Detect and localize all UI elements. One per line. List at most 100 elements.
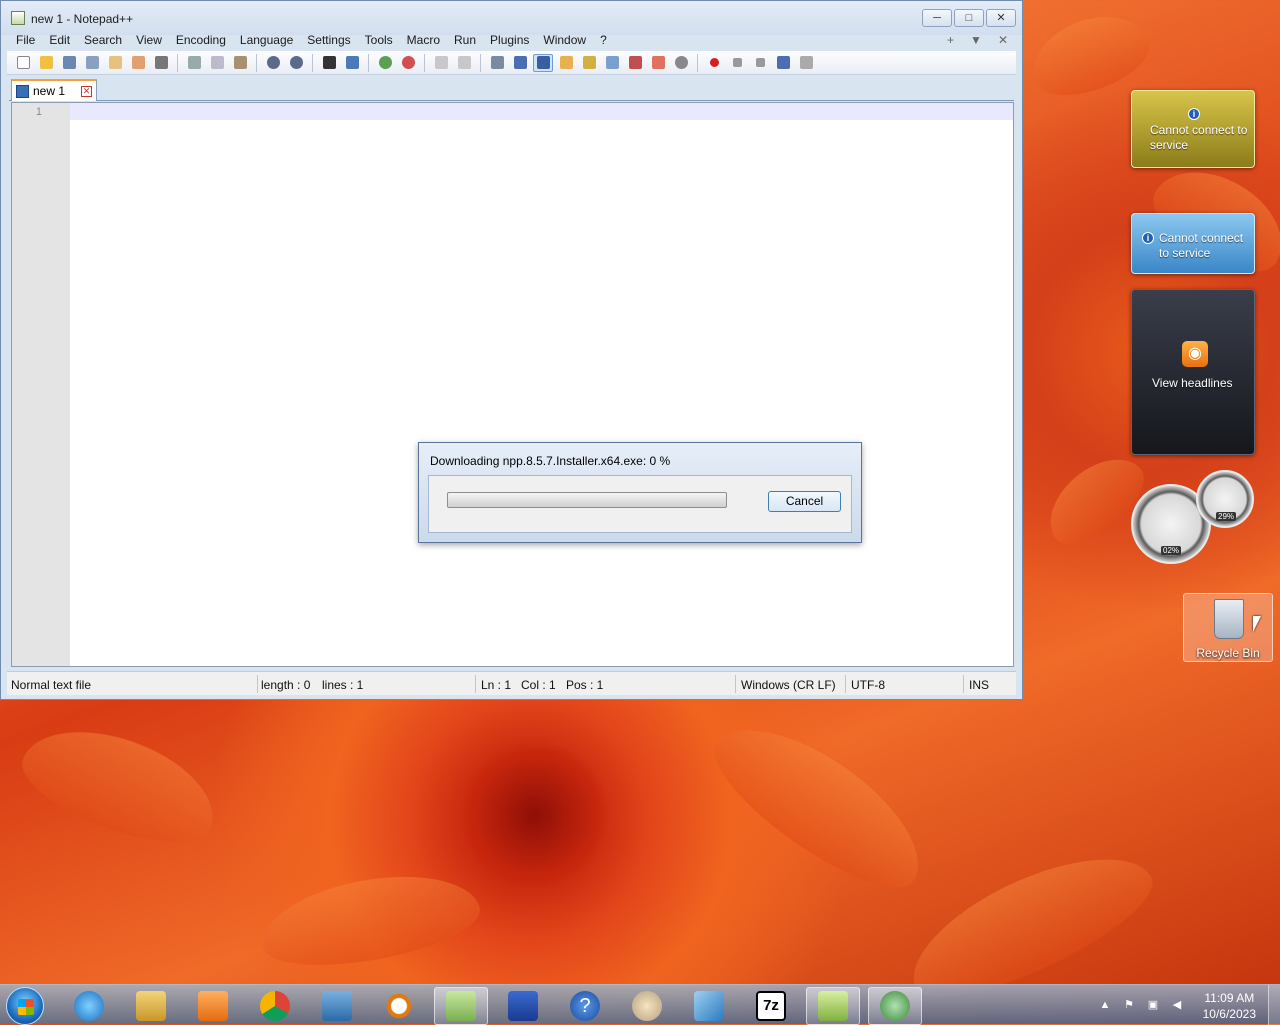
status-lines: lines : 1: [322, 678, 364, 692]
windows-logo-icon: [18, 999, 34, 1015]
replace-icon[interactable]: [342, 54, 362, 72]
menu-bar: File Edit Search View Encoding Language …: [1, 31, 1022, 49]
download-progress-bar: [447, 492, 727, 508]
sync-vertical-icon[interactable]: [431, 54, 451, 72]
help-icon[interactable]: ?: [558, 987, 612, 1025]
media-player-icon[interactable]: [186, 987, 240, 1025]
explorer-folder-icon[interactable]: [434, 987, 488, 1025]
doc-list-icon[interactable]: [602, 54, 622, 72]
redo-icon[interactable]: [286, 54, 306, 72]
menu-run[interactable]: Run: [447, 31, 483, 49]
menu-plugins[interactable]: Plugins: [483, 31, 536, 49]
minimize-button[interactable]: ─: [922, 9, 952, 27]
close-all-icon[interactable]: [128, 54, 148, 72]
start-button[interactable]: [6, 987, 44, 1025]
wupdate-icon[interactable]: [868, 987, 922, 1025]
play-macro-icon[interactable]: [750, 54, 770, 72]
menu-file[interactable]: File: [9, 31, 42, 49]
function-list-icon[interactable]: [625, 54, 645, 72]
feed-headlines-gadget[interactable]: ◉ View headlines: [1131, 289, 1255, 455]
close-button[interactable]: ✕: [986, 9, 1016, 27]
cut-icon[interactable]: [184, 54, 204, 72]
line-number: 1: [35, 106, 42, 118]
save-all-icon[interactable]: [82, 54, 102, 72]
word-wrap-icon[interactable]: [487, 54, 507, 72]
save-macro-icon[interactable]: [796, 54, 816, 72]
paint-icon[interactable]: [620, 987, 674, 1025]
menu-encoding[interactable]: Encoding: [169, 31, 233, 49]
status-col: Col : 1: [521, 678, 556, 692]
notepad-plus-plus-icon[interactable]: [806, 987, 860, 1025]
monitoring-icon[interactable]: [671, 54, 691, 72]
mail-icon[interactable]: [682, 987, 736, 1025]
network-status-icon[interactable]: ▣: [1146, 998, 1160, 1012]
run-macro-multiple-icon[interactable]: [773, 54, 793, 72]
control-panel-icon[interactable]: [310, 987, 364, 1025]
menu-help[interactable]: ?: [593, 31, 614, 49]
memory-meter-gadget[interactable]: 29%: [1196, 470, 1254, 528]
doc-map-icon[interactable]: [579, 54, 599, 72]
zoom-out-icon[interactable]: [398, 54, 418, 72]
taskbar: ? 7z ▲ ⚑ ▣ ◀ 11:09 AM 10/6/2023: [0, 984, 1280, 1025]
close-file-icon[interactable]: [105, 54, 125, 72]
menu-window[interactable]: Window: [536, 31, 593, 49]
menu-tools[interactable]: Tools: [358, 31, 400, 49]
status-pos: Pos : 1: [566, 678, 604, 692]
weather-gadget[interactable]: i Cannot connect to service: [1131, 90, 1255, 168]
print-icon[interactable]: [151, 54, 171, 72]
zoom-in-icon[interactable]: [375, 54, 395, 72]
file-explorer-icon[interactable]: [124, 987, 178, 1025]
volume-muted-icon[interactable]: ◀: [1170, 998, 1184, 1012]
record-macro-icon[interactable]: [704, 54, 724, 72]
search-icon[interactable]: [372, 987, 426, 1025]
sync-horizontal-icon[interactable]: [454, 54, 474, 72]
7zip-icon[interactable]: 7z: [744, 987, 798, 1025]
status-length: length : 0: [261, 678, 311, 692]
clock[interactable]: 11:09 AM 10/6/2023: [1203, 990, 1256, 1022]
find-icon[interactable]: [319, 54, 339, 72]
tab-new-1[interactable]: new 1 ✕: [11, 79, 97, 101]
menu-edit[interactable]: Edit: [42, 31, 77, 49]
maximize-button[interactable]: □: [954, 9, 984, 27]
chrome-icon[interactable]: [248, 987, 302, 1025]
tab-list-icon[interactable]: ▼: [970, 31, 982, 49]
tab-close-icon[interactable]: ✕: [81, 85, 92, 97]
show-hidden-icons-icon[interactable]: ▲: [1098, 998, 1112, 1012]
status-eol: Windows (CR LF): [741, 678, 836, 692]
udl-icon[interactable]: [556, 54, 576, 72]
status-encoding: UTF-8: [851, 678, 885, 692]
network-icon[interactable]: [496, 987, 550, 1025]
current-line-highlight: [70, 103, 1013, 120]
system-tray: ▲ ⚑ ▣ ◀ 11:09 AM 10/6/2023: [1090, 985, 1280, 1025]
indent-guide-icon[interactable]: [533, 53, 553, 72]
menu-view[interactable]: View: [129, 31, 169, 49]
undo-icon[interactable]: [263, 54, 283, 72]
rss-icon: ◉: [1182, 341, 1208, 367]
open-file-icon[interactable]: [36, 54, 56, 72]
close-doc-icon[interactable]: ✕: [998, 31, 1008, 49]
editor-area[interactable]: 1: [11, 102, 1014, 667]
menu-search[interactable]: Search: [77, 31, 129, 49]
folder-workspace-icon[interactable]: [648, 54, 668, 72]
show-all-chars-icon[interactable]: [510, 54, 530, 72]
stop-macro-icon[interactable]: [727, 54, 747, 72]
add-tab-icon[interactable]: +: [947, 31, 954, 49]
new-file-icon[interactable]: [13, 54, 33, 72]
menu-language[interactable]: Language: [233, 31, 300, 49]
memory-value: 29%: [1216, 512, 1237, 521]
save-state-icon: [16, 84, 29, 98]
save-icon[interactable]: [59, 54, 79, 72]
copy-icon[interactable]: [207, 54, 227, 72]
paste-icon[interactable]: [230, 54, 250, 72]
title-bar[interactable]: new 1 - Notepad++ ─ □ ✕: [1, 1, 1022, 35]
weather2-message: Cannot connect to service: [1159, 231, 1244, 260]
show-desktop-button[interactable]: [1268, 985, 1280, 1025]
weather-gadget-2[interactable]: i Cannot connect to service: [1131, 213, 1255, 274]
menu-macro[interactable]: Macro: [400, 31, 447, 49]
view-headlines-label[interactable]: View headlines: [1152, 376, 1233, 391]
menu-settings[interactable]: Settings: [300, 31, 357, 49]
cancel-button[interactable]: Cancel: [768, 491, 841, 512]
internet-explorer-icon[interactable]: [62, 987, 116, 1025]
download-dialog: Downloading npp.8.5.7.Installer.x64.exe:…: [418, 442, 862, 543]
action-center-icon[interactable]: ⚑: [1122, 998, 1136, 1012]
